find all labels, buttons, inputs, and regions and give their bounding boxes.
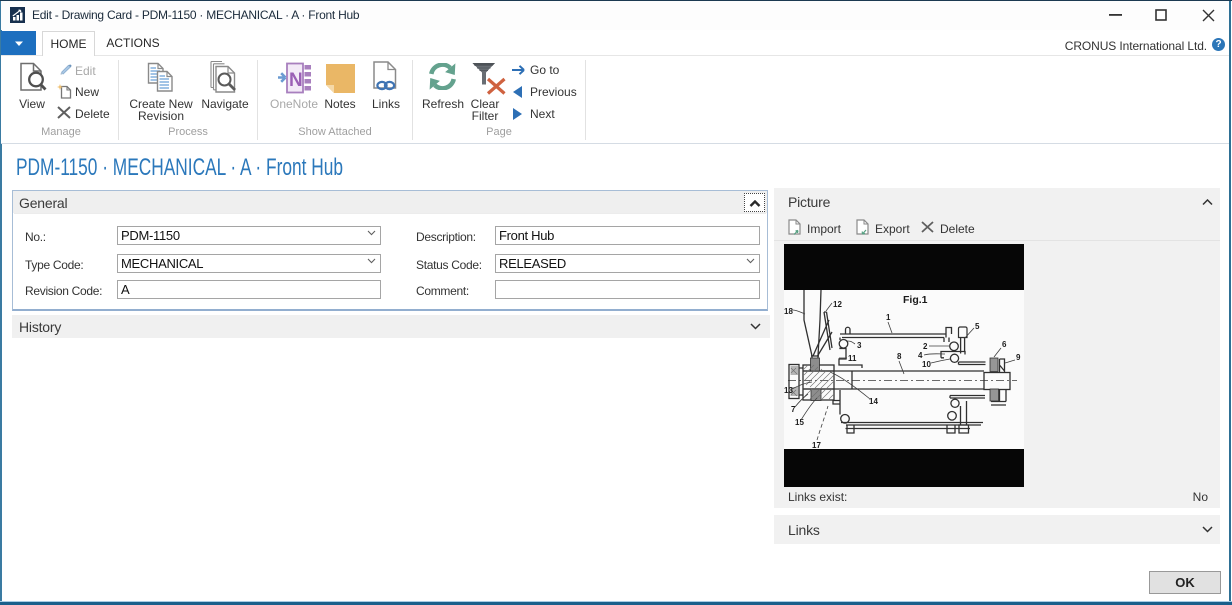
svg-text:11: 11 bbox=[848, 354, 857, 363]
svg-text:3: 3 bbox=[857, 341, 862, 350]
svg-text:13: 13 bbox=[784, 386, 793, 395]
svg-text:N: N bbox=[289, 70, 303, 91]
svg-text:15: 15 bbox=[795, 418, 804, 427]
svg-text:8: 8 bbox=[897, 352, 902, 361]
svg-text:2: 2 bbox=[923, 342, 928, 351]
svg-text:12: 12 bbox=[833, 300, 842, 309]
svg-text:1: 1 bbox=[886, 313, 891, 322]
svg-text:6: 6 bbox=[1002, 340, 1007, 349]
svg-text:17: 17 bbox=[812, 441, 821, 450]
svg-text:10: 10 bbox=[922, 360, 931, 369]
svg-text:5: 5 bbox=[975, 322, 980, 331]
svg-text:14: 14 bbox=[869, 397, 878, 406]
svg-text:Fig.1: Fig.1 bbox=[903, 294, 928, 306]
svg-text:9: 9 bbox=[1016, 353, 1021, 362]
svg-text:4: 4 bbox=[918, 351, 923, 360]
svg-text:18: 18 bbox=[784, 307, 793, 316]
